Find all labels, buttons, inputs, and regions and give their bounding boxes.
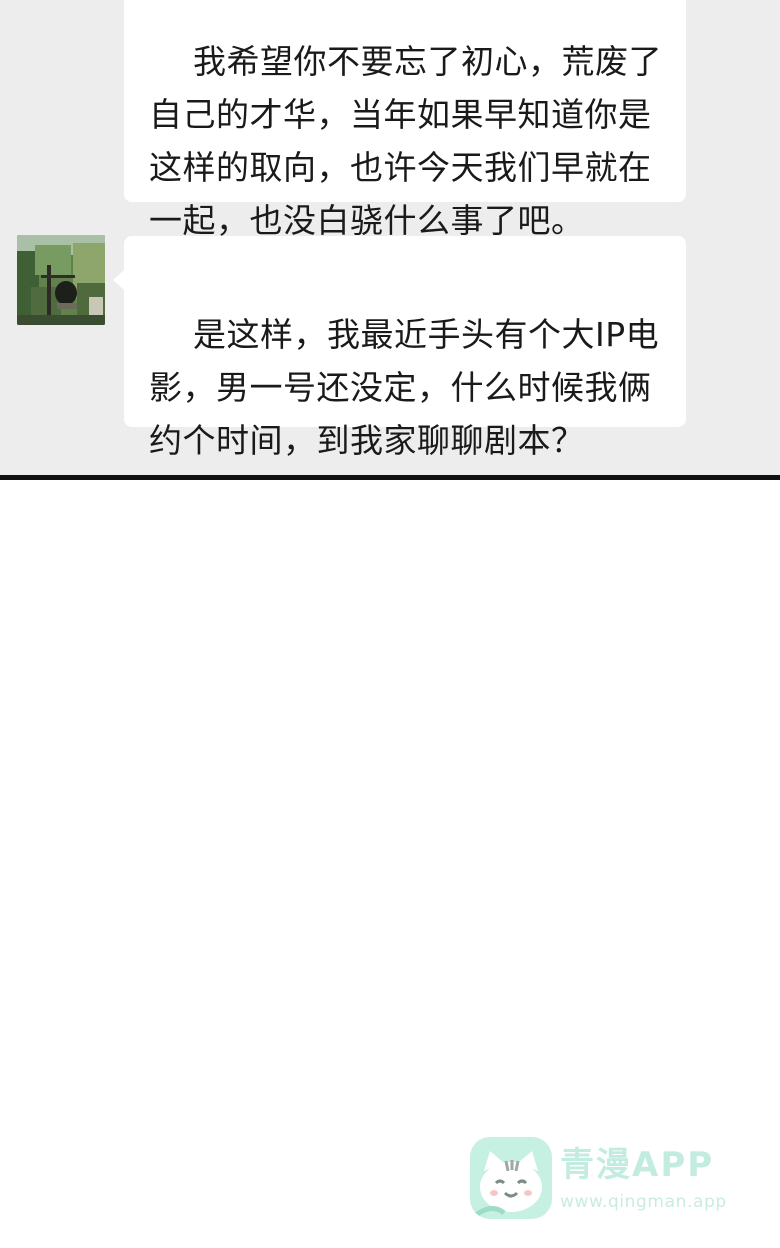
message-text-2: 是这样，我最近手头有个大IP电影，男一号还没定，什么时候我俩约个时间，到我家聊聊…: [149, 315, 660, 460]
contact-avatar[interactable]: [17, 235, 105, 325]
watermark: 青漫APP www.qingman.app: [470, 1137, 740, 1221]
message-bubble-2[interactable]: 是这样，我最近手头有个大IP电影，男一号还没定，什么时候我俩约个时间，到我家聊聊…: [113, 236, 686, 460]
watermark-url: www.qingman.app: [560, 1192, 727, 1212]
panel-divider: [0, 475, 780, 480]
watermark-title: 青漫APP: [560, 1145, 715, 1185]
cat-face-icon: [470, 1137, 552, 1219]
message-bubble-1[interactable]: 我希望你不要忘了初心，荒废了自己的才华，当年如果早知道你是这样的取向，也许今天我…: [124, 0, 686, 240]
chat-area: 我希望你不要忘了初心，荒废了自己的才华，当年如果早知道你是这样的取向，也许今天我…: [0, 0, 780, 475]
avatar-photo-icon: [17, 235, 105, 325]
message-text-1: 我希望你不要忘了初心，荒废了自己的才华，当年如果早知道你是这样的取向，也许今天我…: [149, 42, 662, 240]
